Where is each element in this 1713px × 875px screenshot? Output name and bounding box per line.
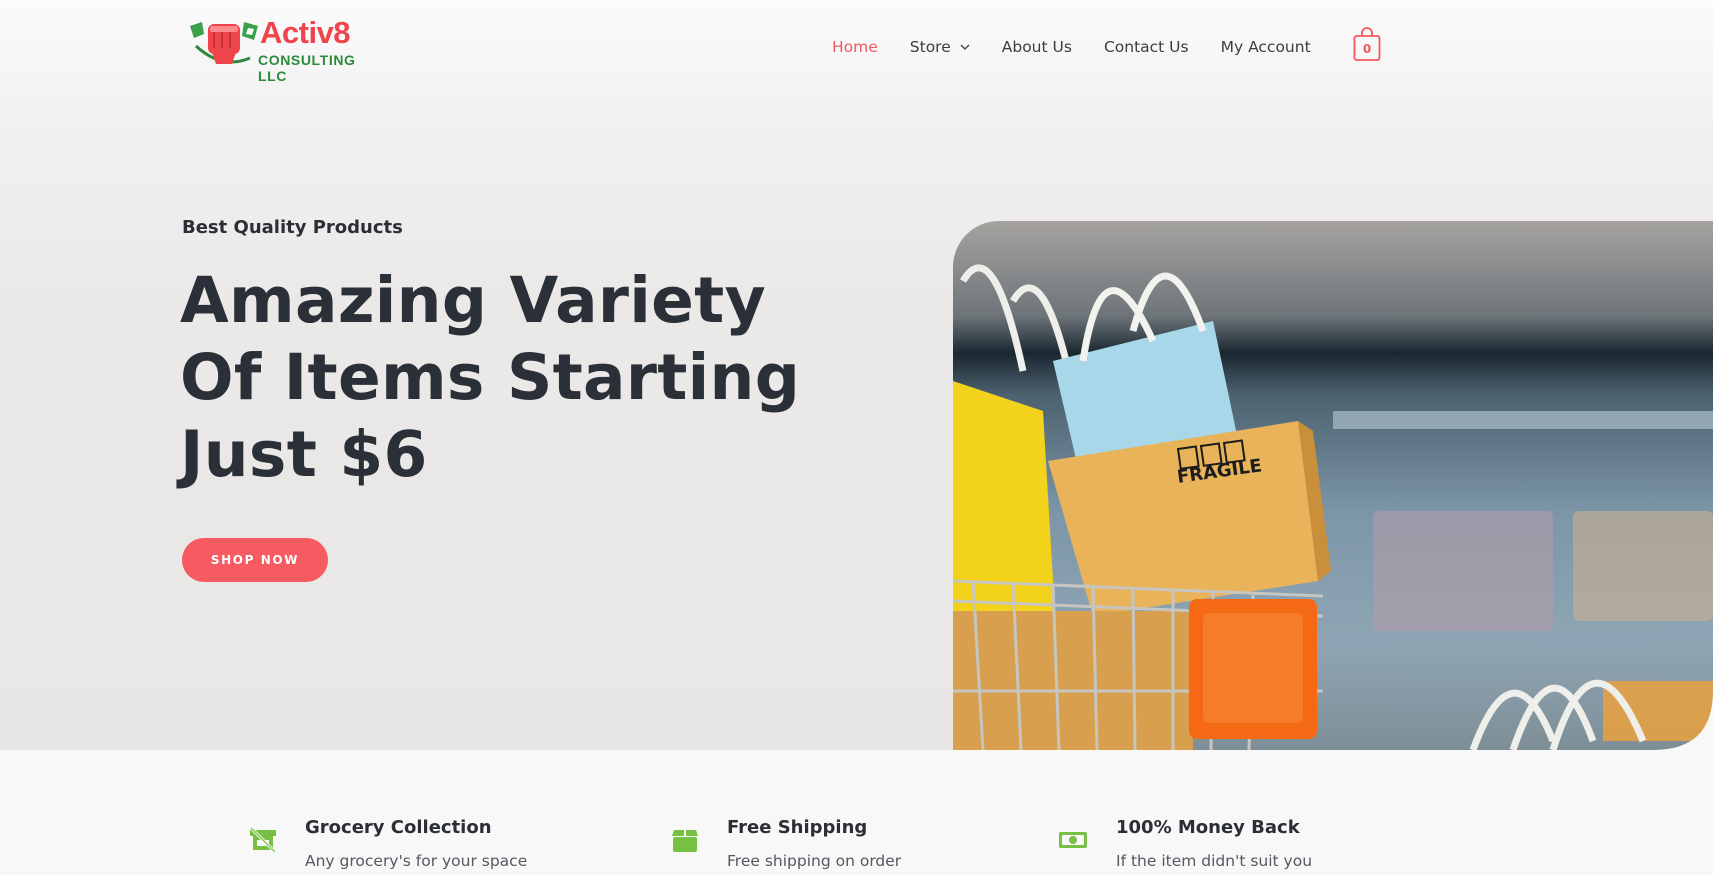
fist-icon xyxy=(190,22,258,64)
headline-line-2: Of Items Starting xyxy=(180,341,801,414)
logo-title: Activ8 xyxy=(260,15,351,50)
shop-now-button[interactable]: SHOP NOW xyxy=(182,538,328,582)
feature-title-shipping: Free Shipping xyxy=(727,817,868,838)
cart-button[interactable]: 0 xyxy=(1353,26,1381,62)
nav-my-account[interactable]: My Account xyxy=(1221,38,1311,56)
nav-store[interactable]: Store xyxy=(910,38,970,56)
box-icon xyxy=(672,830,698,852)
nav-about-us[interactable]: About Us xyxy=(1002,38,1072,56)
chevron-down-icon xyxy=(960,44,970,50)
feature-desc-shipping: Free shipping on order xyxy=(727,852,902,870)
grocery-icon xyxy=(249,826,277,854)
hero-headline: Amazing Variety Of Items Starting Just $… xyxy=(180,262,820,493)
shopping-cart-illustration: FRAGILE xyxy=(953,264,1713,750)
site-header: Activ8 CONSULTING LLC Home Store About U… xyxy=(0,0,1713,92)
nav-contact-us[interactable]: Contact Us xyxy=(1104,38,1189,56)
money-icon xyxy=(1059,832,1087,848)
feature-title-grocery: Grocery Collection xyxy=(305,817,492,838)
cart-count: 0 xyxy=(1362,42,1372,56)
headline-line-3: Just $6 xyxy=(180,418,428,491)
headline-line-1: Amazing Variety xyxy=(180,264,766,337)
site-logo[interactable]: Activ8 CONSULTING LLC xyxy=(188,15,378,84)
feature-title-money-back: 100% Money Back xyxy=(1116,817,1300,838)
main-nav: Home Store About Us Contact Us My Accoun… xyxy=(832,36,1343,58)
logo-subtitle: CONSULTING LLC xyxy=(258,52,356,84)
hero-kicker: Best Quality Products xyxy=(182,217,403,238)
nav-store-label: Store xyxy=(909,38,951,56)
feature-desc-grocery: Any grocery's for your space xyxy=(305,852,528,870)
nav-home[interactable]: Home xyxy=(832,38,878,56)
hero-image: FRAGILE xyxy=(953,221,1713,750)
feature-desc-money-back: If the item didn't suit you xyxy=(1116,852,1313,870)
